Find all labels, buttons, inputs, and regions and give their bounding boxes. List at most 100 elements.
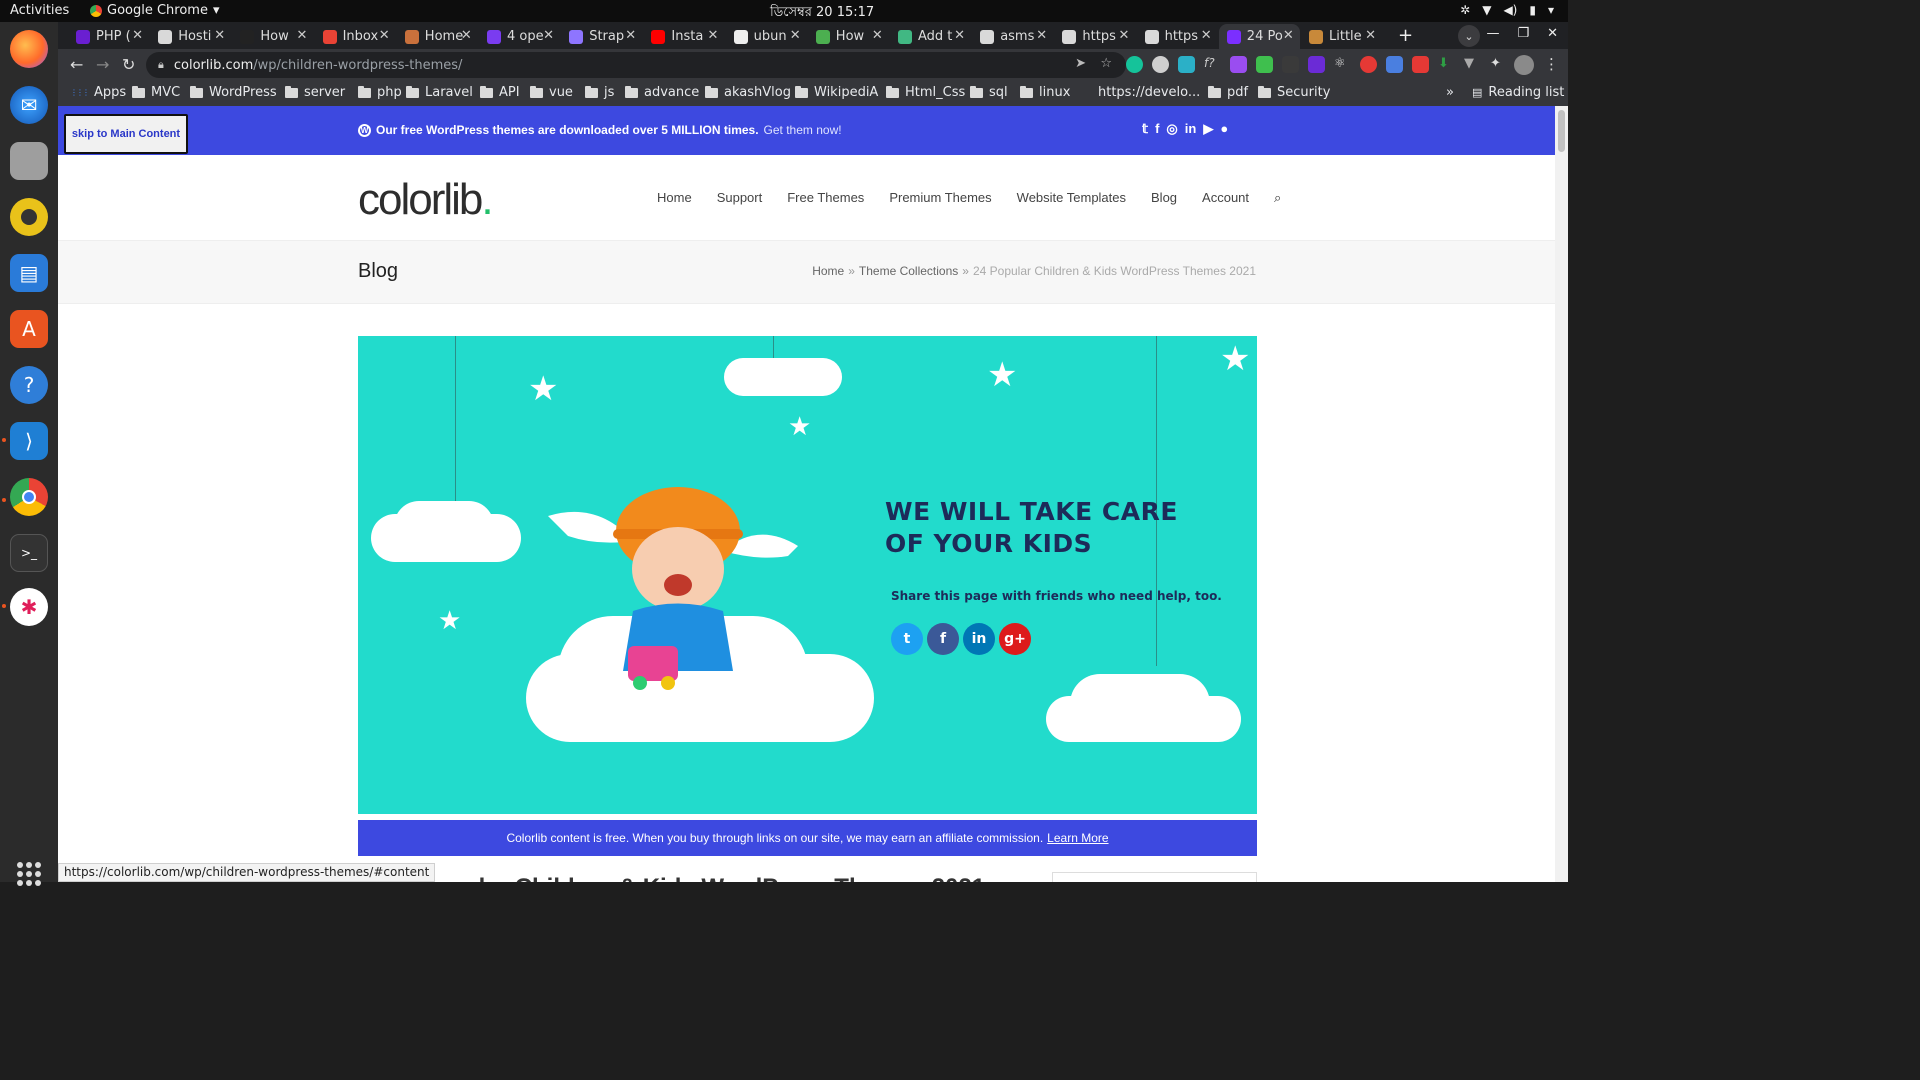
- close-tab-icon[interactable]: ✕: [625, 28, 636, 43]
- app-menu[interactable]: Google Chrome ▾: [90, 3, 220, 18]
- react-devtools-icon[interactable]: ⚛: [1334, 56, 1351, 73]
- bookmark-folder[interactable]: WikipediA: [795, 85, 878, 100]
- close-tab-icon[interactable]: ✕: [872, 28, 883, 43]
- nav-item[interactable]: Free Themes: [787, 190, 864, 206]
- vue-devtools-icon[interactable]: ▼: [1464, 56, 1481, 73]
- facebook-icon[interactable]: f: [927, 623, 959, 655]
- site-logo[interactable]: colorlib.: [358, 175, 494, 225]
- close-tab-icon[interactable]: ✕: [1036, 28, 1047, 43]
- extension-icon[interactable]: [1360, 56, 1377, 73]
- translate-extension-icon[interactable]: [1386, 56, 1403, 73]
- skip-to-content-link[interactable]: skip to Main Content: [64, 114, 188, 154]
- bookmark-folder[interactable]: server: [285, 85, 345, 100]
- nav-item[interactable]: Home: [657, 190, 692, 206]
- close-window-icon[interactable]: ✕: [1547, 26, 1558, 41]
- bookmark-folder[interactable]: API: [480, 85, 520, 100]
- instagram-icon[interactable]: ◎: [1166, 121, 1177, 137]
- address-bar[interactable]: 🔒︎ colorlib.com/wp/children-wordpress-th…: [146, 52, 1126, 78]
- close-tab-icon[interactable]: ✕: [1201, 28, 1212, 43]
- close-tab-icon[interactable]: ✕: [296, 28, 307, 43]
- extension-icon[interactable]: [1256, 56, 1273, 73]
- thunderbird-icon[interactable]: ✉: [10, 86, 48, 124]
- breadcrumb-section[interactable]: Theme Collections: [859, 264, 958, 278]
- extensions-puzzle-icon[interactable]: ✦: [1490, 56, 1507, 73]
- close-tab-icon[interactable]: ✕: [707, 28, 718, 43]
- activities-button[interactable]: Activities: [10, 3, 69, 18]
- nav-item[interactable]: Account: [1202, 190, 1249, 206]
- maximize-icon[interactable]: ❐: [1517, 26, 1529, 41]
- close-tab-icon[interactable]: ✕: [1118, 28, 1129, 43]
- clock[interactable]: ডিসেম্বর 20 15:17: [770, 3, 874, 24]
- bookmark-folder[interactable]: WordPress: [190, 85, 277, 100]
- function-extension-icon[interactable]: f?: [1204, 56, 1221, 73]
- bookmark-folder[interactable]: Laravel: [406, 85, 473, 100]
- breadcrumb-home[interactable]: Home: [812, 264, 844, 278]
- browser-tab[interactable]: ubun ✕: [726, 24, 807, 49]
- promo-message[interactable]: W Our free WordPress themes are download…: [358, 123, 842, 137]
- learn-more-link[interactable]: Learn More: [1047, 831, 1108, 845]
- bookmark-folder[interactable]: akashVlog: [705, 85, 791, 100]
- browser-tab[interactable]: How ✕: [232, 24, 313, 49]
- promo-link[interactable]: Get them now!: [764, 123, 842, 137]
- browser-tab[interactable]: Home ✕: [397, 24, 478, 49]
- grammarly-extension-icon[interactable]: [1126, 56, 1143, 73]
- show-applications-icon[interactable]: [17, 862, 41, 886]
- close-tab-icon[interactable]: ✕: [379, 28, 390, 43]
- twitter-icon[interactable]: t: [891, 623, 923, 655]
- tab-search-button[interactable]: ⌄: [1458, 25, 1480, 47]
- browser-tab[interactable]: 4 ope ✕: [479, 24, 560, 49]
- bookmark-folder[interactable]: Security: [1258, 85, 1330, 100]
- download-extension-icon[interactable]: ⬇: [1438, 56, 1455, 73]
- extension-icon[interactable]: [1152, 56, 1169, 73]
- browser-tab[interactable]: https ✕: [1137, 24, 1218, 49]
- reload-icon[interactable]: ↻: [122, 55, 135, 74]
- back-icon[interactable]: ←: [70, 55, 83, 74]
- close-tab-icon[interactable]: ✕: [543, 28, 554, 43]
- browser-tab[interactable]: Inbox ✕: [315, 24, 396, 49]
- scrollbar-thumb[interactable]: [1558, 110, 1565, 152]
- nav-item[interactable]: Website Templates: [1017, 190, 1126, 206]
- search-icon[interactable]: ⌕: [1274, 190, 1281, 206]
- nav-item[interactable]: Blog: [1151, 190, 1177, 206]
- browser-tab[interactable]: 24 Po ✕: [1218, 24, 1300, 49]
- extension-icon[interactable]: [1412, 56, 1429, 73]
- close-tab-icon[interactable]: ✕: [790, 28, 801, 43]
- bookmark-folder[interactable]: MVC: [132, 85, 180, 100]
- bookmark-folder[interactable]: js: [585, 85, 614, 100]
- bookmark-item[interactable]: ⋮⋮⋮ Apps: [70, 85, 126, 100]
- bookmark-folder[interactable]: sql: [970, 85, 1008, 100]
- extension-badge-icon[interactable]: [1308, 56, 1325, 73]
- software-center-icon[interactable]: A: [10, 310, 48, 348]
- minimize-icon[interactable]: —: [1486, 26, 1499, 41]
- extension-icon[interactable]: [1178, 56, 1195, 73]
- bookmark-folder[interactable]: pdf: [1208, 85, 1248, 100]
- browser-tab[interactable]: Strap ✕: [561, 24, 642, 49]
- browser-tab[interactable]: Little ✕: [1301, 24, 1382, 49]
- close-tab-icon[interactable]: ✕: [461, 28, 472, 43]
- facebook-icon[interactable]: f: [1155, 121, 1159, 137]
- linkedin-icon[interactable]: in: [963, 623, 995, 655]
- bookmark-folder[interactable]: linux: [1020, 85, 1070, 100]
- extension-icon[interactable]: [1282, 56, 1299, 73]
- chrome-dock-icon[interactable]: [10, 478, 48, 516]
- new-tab-button[interactable]: +: [1398, 25, 1413, 46]
- profile-avatar[interactable]: [1514, 55, 1534, 75]
- bookmark-folder[interactable]: Html_Css: [886, 85, 965, 100]
- close-tab-icon[interactable]: ✕: [1283, 28, 1294, 43]
- kebab-menu-icon[interactable]: ⋮: [1544, 55, 1559, 73]
- browser-tab[interactable]: Insta ✕: [643, 24, 724, 49]
- close-tab-icon[interactable]: ✕: [132, 28, 143, 43]
- help-icon[interactable]: ?: [10, 366, 48, 404]
- bookmark-item[interactable]: https://develo...: [1082, 85, 1200, 100]
- forward-icon[interactable]: →: [96, 55, 109, 74]
- linkedin-icon[interactable]: in: [1185, 121, 1197, 137]
- browser-tab[interactable]: asms ✕: [972, 24, 1053, 49]
- youtube-icon[interactable]: ▶: [1203, 121, 1213, 137]
- extension-icon[interactable]: [1230, 56, 1247, 73]
- nav-item[interactable]: Support: [717, 190, 763, 206]
- send-tab-icon[interactable]: ➤: [1075, 56, 1086, 71]
- system-tray[interactable]: ✲ ▼ ◀) ▮ ▾: [1460, 3, 1554, 17]
- more-bookmarks-button[interactable]: »: [1446, 85, 1454, 100]
- close-tab-icon[interactable]: ✕: [954, 28, 965, 43]
- firefox-icon[interactable]: [10, 30, 48, 68]
